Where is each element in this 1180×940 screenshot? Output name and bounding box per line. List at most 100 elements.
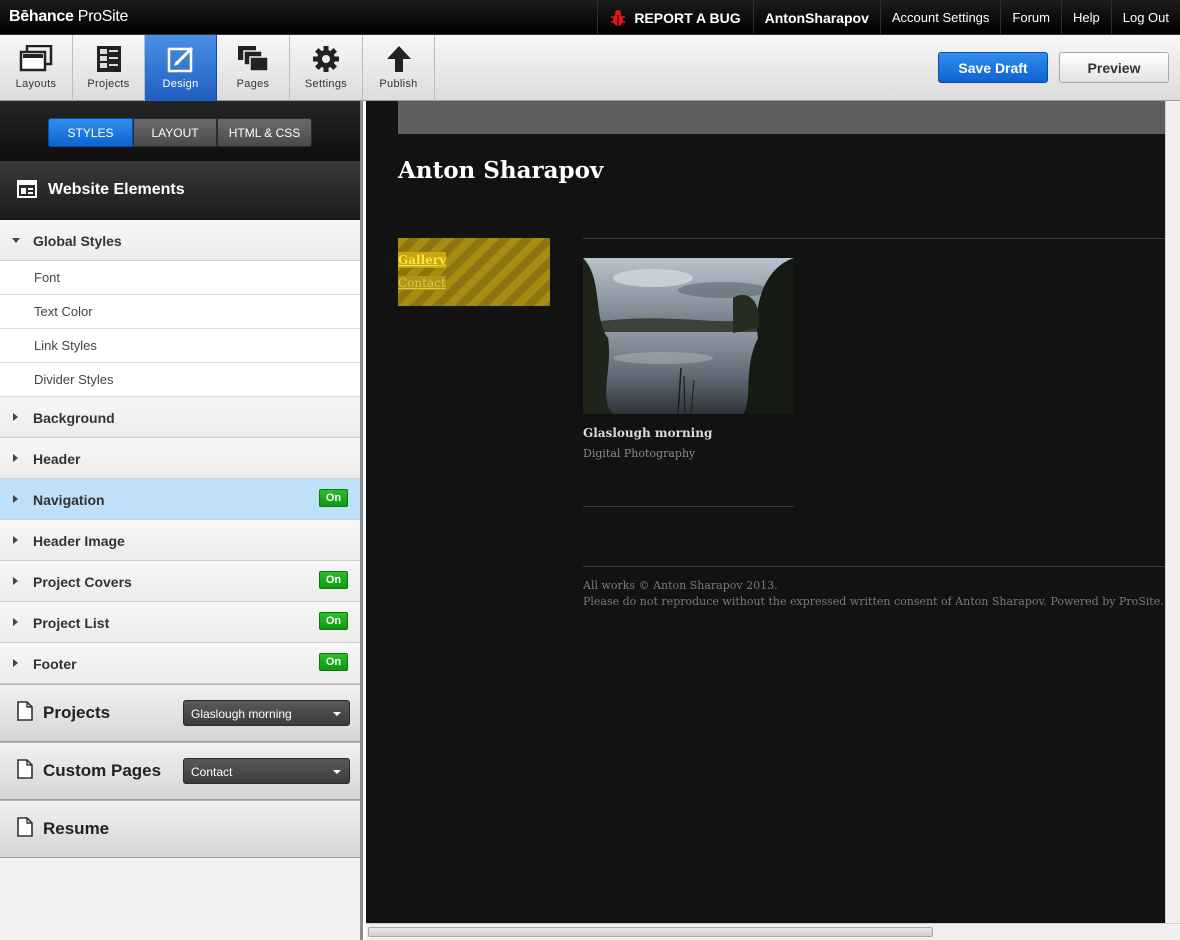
project-title[interactable]: Glaslough morning	[583, 426, 712, 440]
tab-html-css[interactable]: HTML & CSS	[217, 118, 312, 147]
site-navigation[interactable]: Gallery Contact	[398, 238, 550, 306]
group-header-image[interactable]: Header Image	[0, 520, 360, 561]
tool-label: Projects	[87, 78, 130, 90]
gear-icon	[313, 46, 339, 72]
divider	[583, 238, 1165, 239]
top-bar: Bēhance ProSite REPORT A BUG AntonSharap…	[0, 0, 1180, 35]
projects-select[interactable]: Glaslough morning	[183, 700, 350, 726]
sub-item-text-color[interactable]: Text Color	[0, 295, 360, 329]
group-project-list[interactable]: Project List On	[0, 602, 360, 643]
design-sidebar: STYLES LAYOUT HTML & CSS Website Element…	[0, 101, 363, 940]
tool-publish[interactable]: Publish	[363, 35, 435, 101]
sub-item-font[interactable]: Font	[0, 261, 360, 295]
report-bug-link[interactable]: REPORT A BUG	[597, 0, 752, 35]
on-toggle[interactable]: On	[319, 489, 348, 507]
custom-pages-select[interactable]: Contact	[183, 758, 350, 784]
sub-item-label: Font	[34, 270, 61, 285]
tab-layout[interactable]: LAYOUT	[133, 118, 217, 147]
caret-right-icon	[13, 659, 18, 667]
group-project-covers[interactable]: Project Covers On	[0, 561, 360, 602]
divider	[583, 566, 1165, 567]
sub-item-link-styles[interactable]: Link Styles	[0, 329, 360, 363]
sub-item-divider-styles[interactable]: Divider Styles	[0, 363, 360, 397]
mode-switch-area: STYLES LAYOUT HTML & CSS	[0, 101, 360, 161]
caret-right-icon	[13, 536, 18, 544]
group-label: Header	[33, 451, 81, 467]
user-name-link[interactable]: AntonSharapov	[752, 0, 880, 35]
caret-right-icon	[13, 495, 18, 503]
tool-label: Settings	[304, 78, 348, 90]
website-elements-title: Website Elements	[48, 181, 185, 198]
report-bug-label: REPORT A BUG	[634, 9, 741, 26]
group-label: Footer	[33, 656, 77, 672]
on-toggle[interactable]: On	[319, 612, 348, 630]
site-preview-canvas: Anton Sharapov Gallery Contact Glaslough…	[366, 101, 1165, 923]
sub-item-label: Link Styles	[34, 338, 97, 353]
group-footer[interactable]: Footer On	[0, 643, 360, 684]
footer-copyright: All works © Anton Sharapov 2013.	[583, 579, 778, 592]
logo-product: ProSite	[77, 8, 129, 25]
website-elements-header: Website Elements	[0, 161, 360, 220]
section-title: Custom Pages	[43, 761, 162, 780]
site-title[interactable]: Anton Sharapov	[398, 157, 603, 184]
section-title: Resume	[43, 819, 110, 838]
forum-link[interactable]: Forum	[1000, 0, 1061, 35]
caret-down-icon	[12, 238, 20, 243]
save-draft-button[interactable]: Save Draft	[938, 52, 1048, 83]
caret-right-icon	[13, 454, 18, 462]
group-header[interactable]: Header	[0, 438, 360, 479]
project-cover-image[interactable]	[583, 258, 794, 414]
website-elements-icon	[17, 180, 37, 198]
tool-settings[interactable]: Settings	[290, 35, 363, 101]
divider	[583, 506, 794, 507]
lake-photo	[583, 258, 794, 414]
chevron-down-icon	[333, 770, 341, 774]
editor-toolbar: Layouts Projects Design Pages Settings P…	[0, 35, 1180, 101]
horizontal-scrollbar-thumb[interactable]	[368, 927, 933, 937]
nav-link-gallery[interactable]: Gallery	[398, 252, 447, 268]
header-image-strip	[398, 101, 1165, 134]
tool-layouts[interactable]: Layouts	[0, 35, 73, 101]
sub-item-label: Text Color	[34, 304, 93, 319]
tool-pages[interactable]: Pages	[217, 35, 290, 101]
group-background[interactable]: Background	[0, 397, 360, 438]
tab-styles[interactable]: STYLES	[48, 118, 133, 147]
nav-link-contact[interactable]: Contact	[398, 276, 446, 290]
behance-prosite-logo[interactable]: Bēhance ProSite	[9, 8, 128, 26]
group-label: Project Covers	[33, 574, 132, 590]
tool-label: Design	[162, 78, 199, 90]
on-toggle[interactable]: On	[319, 653, 348, 671]
group-global-styles[interactable]: Global Styles	[0, 220, 360, 261]
group-label: Background	[33, 410, 115, 426]
chevron-down-icon	[333, 712, 341, 716]
account-settings-link[interactable]: Account Settings	[879, 0, 1001, 35]
group-navigation[interactable]: Navigation On	[0, 479, 360, 520]
select-value: Contact	[191, 765, 233, 779]
help-link[interactable]: Help	[1060, 0, 1111, 35]
caret-right-icon	[13, 618, 18, 626]
footer-notice: Please do not reproduce without the expr…	[583, 595, 1164, 608]
page-icon	[17, 817, 33, 837]
project-category: Digital Photography	[583, 447, 696, 460]
horizontal-scrollbar[interactable]	[366, 923, 1180, 940]
arrow-up-icon	[386, 46, 411, 72]
projects-icon	[96, 46, 121, 72]
tool-projects[interactable]: Projects	[73, 35, 145, 101]
design-icon	[167, 46, 193, 73]
pages-icon	[238, 46, 269, 72]
group-label: Header Image	[33, 533, 125, 549]
layouts-icon	[19, 45, 53, 72]
group-label: Global Styles	[33, 233, 122, 249]
section-resume[interactable]: Resume	[0, 800, 360, 858]
caret-right-icon	[13, 413, 18, 421]
on-toggle[interactable]: On	[319, 571, 348, 589]
tool-design[interactable]: Design	[145, 35, 217, 101]
section-projects[interactable]: Projects Glaslough morning	[0, 684, 360, 742]
vertical-scrollbar[interactable]	[1165, 101, 1180, 923]
page-icon	[17, 759, 33, 779]
logout-link[interactable]: Log Out	[1110, 0, 1180, 35]
preview-button[interactable]: Preview	[1059, 52, 1169, 83]
section-custom-pages[interactable]: Custom Pages Contact	[0, 742, 360, 800]
select-value: Glaslough morning	[191, 707, 292, 721]
page-icon	[17, 701, 33, 721]
